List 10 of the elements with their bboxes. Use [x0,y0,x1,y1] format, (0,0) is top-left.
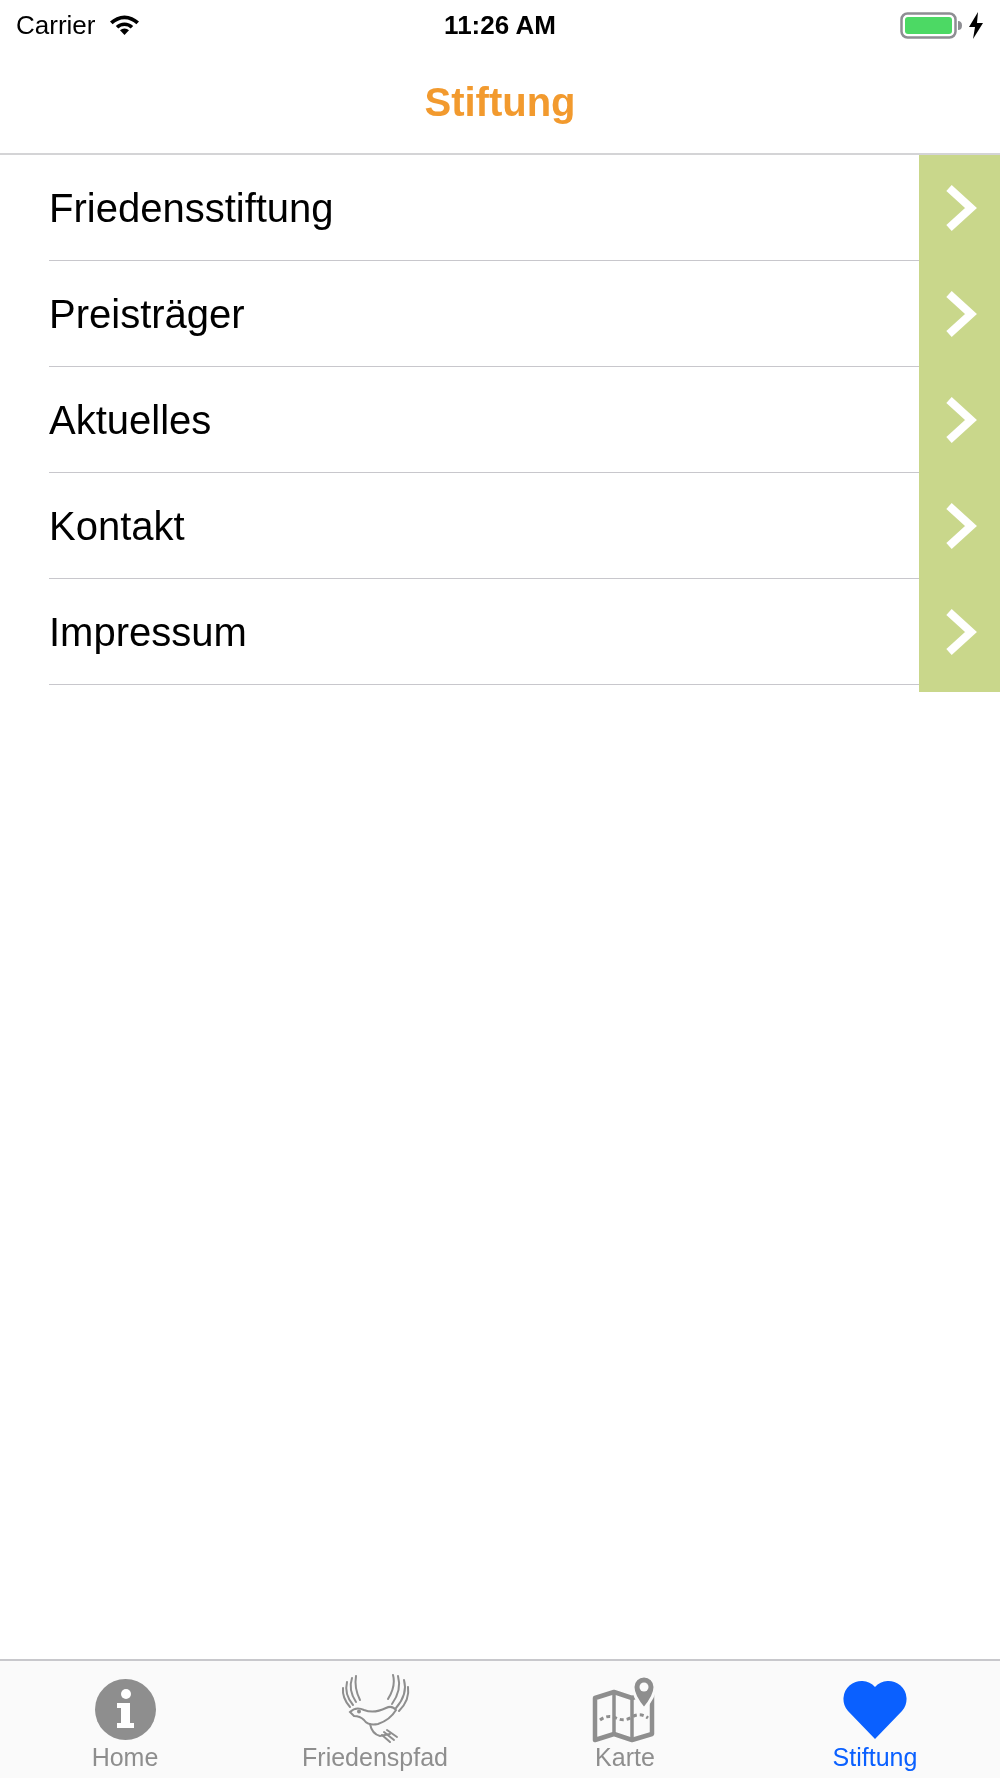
map-pin-icon [592,1674,658,1744]
carrier-text: Carrier [16,12,96,38]
clock-time: 11:26 AM [444,12,556,38]
info-icon [94,1678,156,1740]
nav-title: Stiftung [424,81,576,122]
wifi-icon [109,14,141,36]
battery-icon [900,11,962,39]
heart-icon [842,1679,908,1739]
tab-item[interactable]: Stiftung [750,1661,1000,1778]
charging-bolt-icon [968,11,984,39]
